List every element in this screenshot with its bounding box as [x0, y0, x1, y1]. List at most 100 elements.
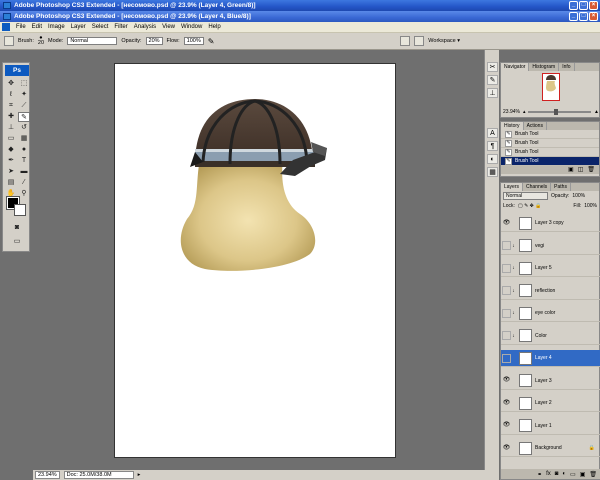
shape-tool-icon[interactable]: ▬ [18, 167, 30, 177]
layer-row[interactable]: ↓ eye color [501, 305, 600, 322]
bridge-icon[interactable] [414, 36, 425, 46]
maximize-button[interactable]: □ [579, 1, 588, 10]
history-item[interactable]: ✎ Brush Tool [501, 148, 599, 157]
layer-row[interactable]: 👁 Layer 2 [501, 395, 600, 412]
navigator-zoom-value[interactable]: 23.94% [503, 109, 520, 115]
brush-picker[interactable]: ● 20 [38, 35, 44, 46]
layer-row[interactable]: 👁 Layer 3 copy [501, 215, 600, 232]
healing-brush-icon[interactable]: ✚ [5, 112, 17, 122]
swatches-panel-icon[interactable]: ▦ [487, 167, 498, 177]
layer-thumbnail[interactable] [519, 419, 532, 432]
zoom-slider-handle[interactable] [553, 109, 558, 115]
tab-layers[interactable]: Layers [501, 183, 524, 191]
menu-layer[interactable]: Layer [71, 24, 86, 30]
blend-mode-select[interactable]: Normal [503, 192, 548, 200]
adjustment-layer-icon[interactable]: ◐ [562, 471, 566, 477]
menu-window[interactable]: Window [181, 24, 202, 30]
brushes-palette-icon[interactable] [400, 36, 411, 46]
visibility-eye-icon[interactable]: 👁 [502, 444, 511, 453]
layer-row[interactable]: ↓ Color [501, 328, 600, 345]
slice-tool-icon[interactable]: ⟋ [18, 101, 30, 111]
history-brush-icon[interactable]: ↺ [18, 123, 30, 133]
doc-maximize-button[interactable]: □ [579, 12, 588, 21]
brush-tool-preset-icon[interactable] [4, 36, 14, 46]
layer-thumbnail[interactable] [519, 306, 532, 320]
new-group-icon[interactable]: ▭ [570, 471, 576, 478]
new-layer-icon[interactable]: ▣ [580, 471, 586, 478]
tool-presets-icon[interactable]: ✂ [487, 62, 498, 72]
menu-help[interactable]: Help [208, 24, 220, 30]
title-bar[interactable]: Adobe Photoshop CS3 Extended - [несомово… [0, 0, 600, 11]
menu-select[interactable]: Select [92, 24, 109, 30]
layer-row[interactable]: Layer 4 [501, 350, 600, 367]
marquee-tool-icon[interactable]: ⬚ [18, 79, 30, 89]
add-mask-icon[interactable]: ◙ [555, 471, 559, 477]
opacity-field[interactable]: 20% [145, 37, 163, 45]
quick-mask-icon[interactable]: ◙ [11, 223, 23, 233]
clone-stamp-icon[interactable]: ⊥ [5, 123, 17, 133]
status-zoom[interactable]: 23.94% [35, 471, 60, 479]
layer-thumbnail[interactable] [519, 284, 532, 297]
lock-icons[interactable]: ▢ ✎ ✥ 🔒 [518, 203, 542, 209]
menu-edit[interactable]: Edit [32, 24, 42, 30]
clone-source-icon[interactable]: ⊥ [487, 88, 498, 98]
layer-row[interactable]: ↓ vegi [501, 238, 600, 255]
zoom-slider[interactable] [528, 109, 592, 115]
doc-minimize-button[interactable]: _ [569, 12, 578, 21]
lasso-tool-icon[interactable]: ℓ [5, 90, 17, 100]
menu-filter[interactable]: Filter [114, 24, 127, 30]
layer-thumbnail[interactable] [519, 441, 532, 455]
path-select-icon[interactable]: ➤ [5, 167, 17, 177]
background-color-swatch[interactable] [14, 204, 26, 216]
visibility-eye-icon[interactable]: 👁 [502, 376, 511, 385]
new-snapshot-icon[interactable]: ◫ [578, 166, 584, 174]
magic-wand-icon[interactable]: ✦ [18, 90, 30, 100]
navigator-thumbnail[interactable] [542, 73, 560, 101]
doc-close-button[interactable]: × [589, 12, 598, 21]
layer-thumbnail[interactable] [519, 396, 532, 410]
visibility-eye-icon[interactable]: 👁 [502, 219, 511, 228]
airbrush-icon[interactable]: ✎ [208, 37, 215, 46]
layer-row[interactable]: ↓ Layer 5 [501, 260, 600, 277]
zoom-tool-icon[interactable]: ⚲ [18, 189, 30, 199]
history-item-selected[interactable]: ✎ Brush Tool [501, 157, 599, 166]
screen-mode-icon[interactable]: ▭ [11, 237, 23, 247]
fill-value[interactable]: 100% [584, 203, 597, 209]
visibility-eye-icon[interactable] [502, 263, 511, 273]
zoom-in-icon[interactable]: ▲ [594, 109, 599, 115]
layer-thumbnail[interactable] [519, 329, 532, 342]
character-panel-icon[interactable]: A [487, 128, 498, 138]
visibility-eye-icon[interactable] [502, 353, 511, 363]
layer-thumbnail[interactable] [519, 374, 532, 387]
document-title-bar[interactable]: Adobe Photoshop CS3 Extended - [несомово… [0, 11, 600, 22]
blur-tool-icon[interactable]: ◆ [5, 145, 17, 155]
tab-navigator[interactable]: Navigator [501, 63, 530, 71]
dodge-tool-icon[interactable]: ● [18, 145, 30, 155]
move-tool-icon[interactable]: ✥ [5, 79, 17, 89]
menu-image[interactable]: Image [48, 24, 65, 30]
eyedropper-icon[interactable]: ⁄ [18, 178, 30, 188]
visibility-eye-icon[interactable] [502, 308, 511, 318]
minimize-button[interactable]: _ [569, 1, 578, 10]
visibility-eye-icon[interactable]: 👁 [502, 399, 511, 408]
visibility-eye-icon[interactable] [502, 241, 511, 250]
visibility-eye-icon[interactable] [502, 286, 511, 295]
paragraph-panel-icon[interactable]: ¶ [487, 141, 498, 151]
close-button[interactable]: × [589, 1, 598, 10]
menu-analysis[interactable]: Analysis [134, 24, 156, 30]
delete-history-icon[interactable]: 🗑 [587, 166, 595, 174]
tab-channels[interactable]: Channels [523, 183, 552, 191]
tab-actions[interactable]: Actions [524, 122, 547, 130]
layer-thumbnail[interactable] [519, 351, 532, 365]
link-layers-icon[interactable]: ⚭ [537, 471, 542, 478]
layer-row[interactable]: 👁 Layer 1 [501, 418, 600, 435]
mode-select[interactable]: Normal [67, 37, 118, 45]
layer-row[interactable]: ↓ reflection [501, 283, 600, 300]
history-item[interactable]: ✎ Brush Tool [501, 139, 599, 148]
brush-tool-icon[interactable]: ✎ [18, 112, 30, 122]
color-panel-icon[interactable]: ◐ [487, 154, 498, 164]
layer-row[interactable]: 👁 Layer 3 [501, 373, 600, 390]
layer-thumbnail[interactable] [519, 261, 532, 275]
eraser-tool-icon[interactable]: ▭ [5, 134, 17, 144]
new-document-icon[interactable]: ▣ [568, 166, 574, 174]
